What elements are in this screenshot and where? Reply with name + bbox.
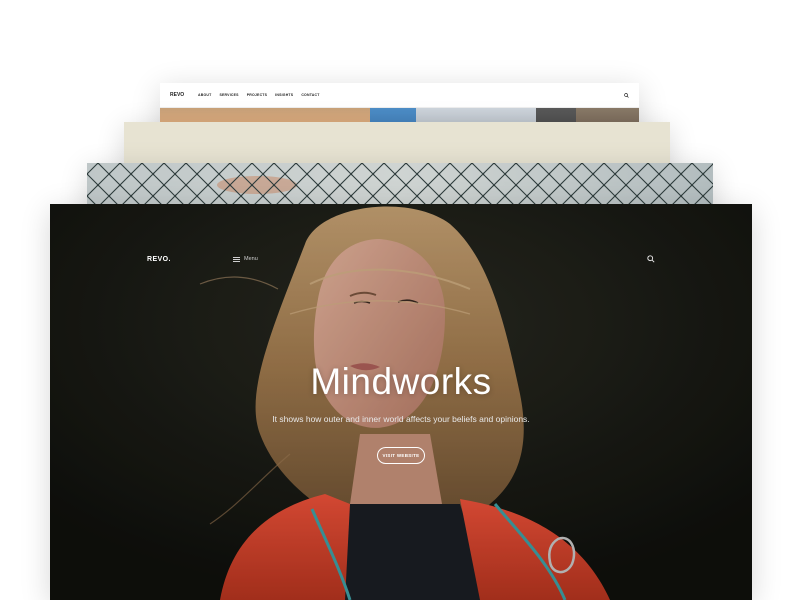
brand-logo[interactable]: REVO.: [147, 256, 171, 263]
nav-item-insights[interactable]: INSIGHTS: [275, 93, 293, 97]
search-icon[interactable]: [647, 255, 655, 263]
menu-button[interactable]: Menu: [233, 256, 258, 262]
hero-card: REVO. Menu Mindworks It shows how outer …: [50, 204, 752, 600]
hero-overlay: REVO. Menu Mindworks It shows how outer …: [50, 204, 752, 600]
hero-title: Mindworks: [310, 361, 492, 402]
menu-icon: [233, 256, 240, 262]
header-bar: REVO ABOUT SERVICES PROJECTS INSIGHTS CO…: [160, 83, 639, 108]
menu-label: Menu: [244, 256, 258, 262]
nav-item-services[interactable]: SERVICES: [219, 93, 238, 97]
logo: REVO: [170, 92, 185, 98]
hero-subtitle: It shows how outer and inner world affec…: [272, 414, 530, 424]
nav-item-contact[interactable]: CONTACT: [301, 93, 319, 97]
visit-website-button[interactable]: VISIT WEBSITE: [377, 447, 425, 464]
nav-links: ABOUT SERVICES PROJECTS INSIGHTS CONTACT: [198, 93, 320, 97]
search-icon[interactable]: [624, 92, 629, 98]
nav-item-about[interactable]: ABOUT: [198, 93, 211, 97]
nav-item-projects[interactable]: PROJECTS: [247, 93, 267, 97]
